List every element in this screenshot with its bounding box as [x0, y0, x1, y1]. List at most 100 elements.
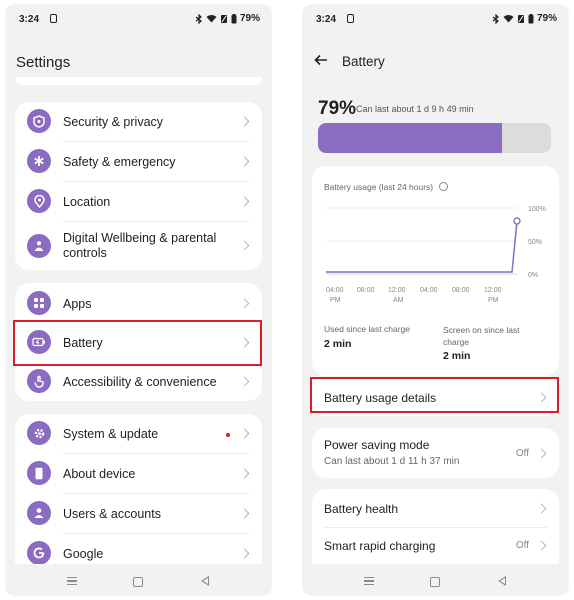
status-time: 3:24 — [316, 14, 337, 25]
page-title: Battery — [342, 54, 385, 69]
gear-icon — [27, 421, 51, 445]
chevron-right-icon — [536, 503, 547, 514]
battery-health-row[interactable]: Battery health — [312, 489, 559, 526]
chart-series-line — [326, 220, 518, 273]
x-tick-label: AM — [393, 297, 404, 304]
location-pin-icon — [27, 189, 51, 213]
settings-item-system-update[interactable]: System & update — [15, 414, 262, 453]
x-tick-label: PM — [488, 297, 499, 304]
power-saving-value: Off — [515, 448, 529, 459]
x-tick-label: 08:00 — [357, 287, 375, 294]
power-saving-card[interactable]: Power saving mode Can last about 1 d 11 … — [312, 428, 559, 478]
battery-level-fill — [318, 123, 503, 153]
chevron-right-icon — [239, 376, 250, 387]
back-triangle-icon[interactable] — [201, 576, 209, 586]
x-tick-label: PM — [330, 297, 341, 304]
power-saving-title: Power saving mode — [324, 438, 430, 452]
battery-estimate: Can last about 1 d 9 h 49 min — [356, 104, 474, 114]
settings-item-google[interactable]: Google — [15, 534, 262, 564]
x-tick-label: 12:00 — [484, 287, 502, 294]
no-sim-icon — [517, 14, 524, 23]
settings-card-privacy: Security & privacy Safety & emergency Lo… — [15, 102, 262, 270]
chevron-right-icon — [536, 448, 547, 459]
navigation-bar — [5, 568, 272, 596]
battery-status-icon — [528, 13, 534, 23]
no-sim-icon — [220, 14, 227, 23]
settings-item-label: Google — [63, 547, 104, 561]
user-icon — [27, 501, 51, 525]
x-tick-label: 04:00 — [326, 287, 344, 294]
settings-item-label: About device — [63, 467, 136, 481]
status-battery-percent: 79% — [239, 13, 260, 24]
settings-item-label: Location — [63, 195, 111, 209]
google-icon — [27, 541, 51, 564]
y-tick-label: 50% — [528, 239, 542, 246]
accessibility-hand-icon — [27, 369, 51, 393]
smart-rapid-charging-label: Smart rapid charging — [324, 539, 436, 553]
smart-rapid-charging-row[interactable]: Smart rapid charging Off — [312, 528, 559, 564]
chevron-right-icon — [239, 156, 250, 167]
sim-icon — [347, 14, 354, 23]
battery-usage-chart: 100% 50% 0% 04:00 PM 08:00 12:00 AM 04:0… — [326, 206, 546, 304]
battery-options-card: Battery health Smart rapid charging Off — [312, 489, 559, 564]
settings-item-security[interactable]: Security & privacy — [15, 102, 262, 141]
chevron-right-icon — [239, 196, 250, 207]
settings-item-about-device[interactable]: About device — [15, 454, 262, 493]
settings-item-label: Accessibility & convenience — [63, 375, 217, 389]
screen-on-label: Screen on since last charge — [443, 325, 520, 347]
used-since-charge-label: Used since last charge — [324, 324, 410, 334]
settings-screen: 3:24 79% Settings Security & privacy Saf… — [5, 4, 272, 596]
settings-item-users-accounts[interactable]: Users & accounts — [15, 494, 262, 533]
chevron-right-icon — [239, 298, 250, 309]
phone-device-icon — [27, 461, 51, 485]
shield-icon — [27, 109, 51, 133]
back-arrow-icon[interactable] — [314, 54, 328, 66]
settings-item-label: System & update — [63, 427, 159, 441]
used-since-charge-value: 2 min — [324, 338, 352, 350]
home-icon[interactable] — [133, 577, 143, 587]
settings-card-peek — [15, 77, 262, 85]
chevron-right-icon — [239, 548, 250, 559]
sim-icon — [50, 14, 57, 23]
wifi-icon — [206, 15, 217, 23]
settings-item-label: Apps — [63, 297, 92, 311]
asterisk-icon — [27, 149, 51, 173]
chevron-right-icon — [239, 508, 250, 519]
battery-level-bar — [318, 123, 551, 153]
settings-item-safety[interactable]: Safety & emergency — [15, 142, 262, 181]
status-time: 3:24 — [19, 14, 40, 25]
screen-on-value: 2 min — [443, 350, 471, 362]
x-tick-label: 12:00 — [388, 287, 406, 294]
smart-rapid-charging-value: Off — [515, 540, 529, 551]
settings-item-apps[interactable]: Apps — [15, 283, 262, 322]
chart-endpoint-marker — [513, 217, 521, 225]
apps-grid-icon — [27, 291, 51, 315]
chevron-right-icon — [239, 468, 250, 479]
x-tick-label: 04:00 — [420, 287, 438, 294]
x-tick-label: 08:00 — [452, 287, 470, 294]
navigation-bar — [302, 568, 569, 596]
power-saving-subtitle: Can last about 1 d 11 h 37 min — [324, 456, 460, 467]
settings-card-system: System & update About device Users & acc… — [15, 414, 262, 564]
wellbeing-icon — [27, 234, 51, 258]
recent-apps-icon[interactable] — [364, 577, 374, 585]
battery-percent: 79% — [318, 98, 357, 119]
chevron-right-icon — [239, 428, 250, 439]
y-tick-label: 0% — [528, 272, 538, 279]
battery-status-icon — [231, 13, 237, 23]
bluetooth-icon — [492, 13, 499, 24]
chevron-right-icon — [239, 240, 250, 251]
settings-item-accessibility[interactable]: Accessibility & convenience — [15, 363, 262, 401]
battery-screen: 3:24 79% Battery 79% Can last about 1 d … — [302, 4, 569, 596]
settings-item-wellbeing[interactable]: Digital Wellbeing & parental controls — [15, 222, 262, 270]
battery-highlight-box — [13, 320, 262, 366]
y-tick-label: 100% — [528, 206, 546, 213]
recent-apps-icon[interactable] — [67, 577, 77, 585]
settings-item-label: Users & accounts — [63, 507, 161, 521]
battery-usage-card: Battery usage (last 24 hours) 100% 50% 0… — [312, 166, 559, 376]
back-triangle-icon[interactable] — [498, 576, 506, 586]
settings-item-location[interactable]: Location — [15, 182, 262, 221]
settings-item-label: Digital Wellbeing & parental controls — [63, 231, 217, 260]
home-icon[interactable] — [430, 577, 440, 587]
chevron-right-icon — [239, 116, 250, 127]
